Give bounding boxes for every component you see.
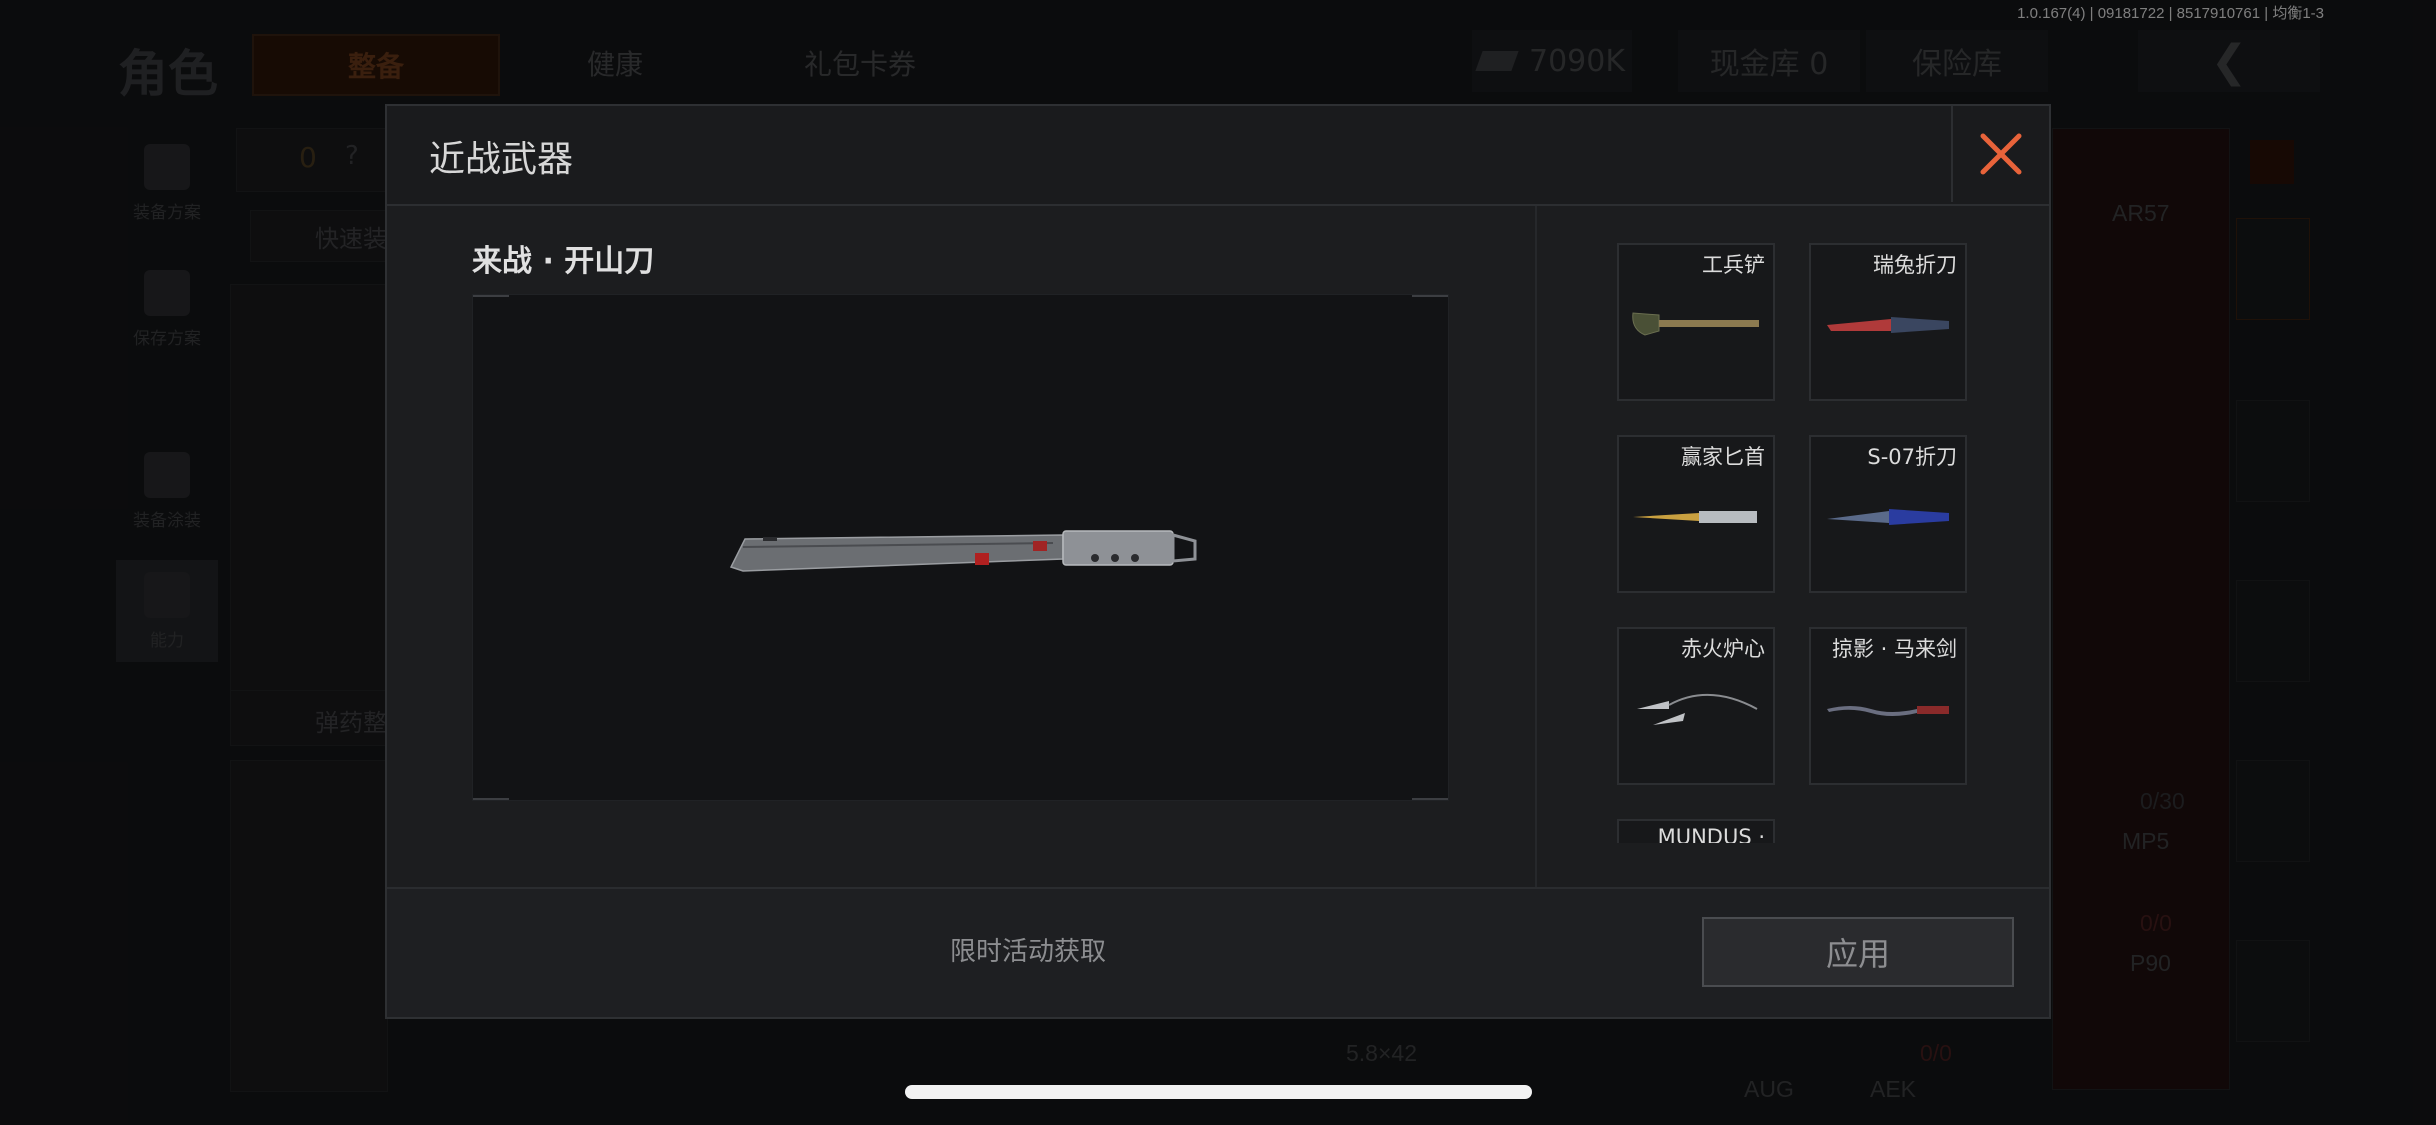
apply-button-label: 应用 xyxy=(1825,935,1890,973)
item-grid: 工兵铲 瑞兔折刀 赢家匕首 S-07折刀 赤火炉心 掠影 · 马来剑 MUNDU… xyxy=(1617,243,2017,843)
item-preview[interactable] xyxy=(472,294,1449,801)
item-card-label: 掠影 · 马来剑 xyxy=(1831,637,1957,661)
folding-knife-icon xyxy=(1827,317,1949,333)
selected-item-name: 来战 · 开山刀 xyxy=(472,244,655,279)
item-card-label: 赢家匕首 xyxy=(1681,445,1765,469)
kris-sword-icon xyxy=(1827,706,1949,716)
dialog-footer: 限时活动获取 应用 xyxy=(387,887,2049,1017)
apply-button[interactable]: 应用 xyxy=(1702,917,2014,987)
pane-divider xyxy=(1535,206,1537,892)
item-card-label: MUNDUS · xyxy=(1657,825,1765,843)
close-icon xyxy=(1980,133,2022,175)
item-detail-pane: 来战 · 开山刀 xyxy=(387,206,1535,892)
melee-weapon-dialog: 近战武器 来战 · 开山刀 工兵铲 瑞兔折刀 赢家匕首 S-07折刀 赤火炉心 … xyxy=(385,104,2051,1019)
item-card-malay-sword[interactable]: 掠影 · 马来剑 xyxy=(1809,627,1967,785)
shovel-icon xyxy=(1632,312,1759,336)
item-card-red-fire-core[interactable]: 赤火炉心 xyxy=(1617,627,1775,785)
item-card-label: 工兵铲 xyxy=(1702,253,1765,277)
dialog-title: 近战武器 xyxy=(429,139,574,180)
home-indicator[interactable] xyxy=(905,1085,1532,1099)
item-card-label: S-07折刀 xyxy=(1867,445,1957,469)
item-card-mundus[interactable]: MUNDUS · xyxy=(1617,819,1775,843)
item-card-shovel[interactable]: 工兵铲 xyxy=(1617,243,1775,401)
item-card-rabbit-knife[interactable]: 瑞兔折刀 xyxy=(1809,243,1967,401)
close-button[interactable] xyxy=(1951,106,2049,202)
item-card-label: 瑞兔折刀 xyxy=(1873,253,1957,277)
dagger-gold-icon xyxy=(1633,511,1757,523)
machete-icon xyxy=(729,530,1197,572)
item-card-s07-knife[interactable]: S-07折刀 xyxy=(1809,435,1967,593)
item-card-label: 赤火炉心 xyxy=(1681,637,1765,661)
dialog-header: 近战武器 xyxy=(387,106,2049,206)
kunai-pair-icon xyxy=(1637,694,1758,725)
acquire-hint: 限时活动获取 xyxy=(950,937,1107,967)
folding-knife-blue-icon xyxy=(1827,509,1949,525)
item-card-winner-dagger[interactable]: 赢家匕首 xyxy=(1617,435,1775,593)
